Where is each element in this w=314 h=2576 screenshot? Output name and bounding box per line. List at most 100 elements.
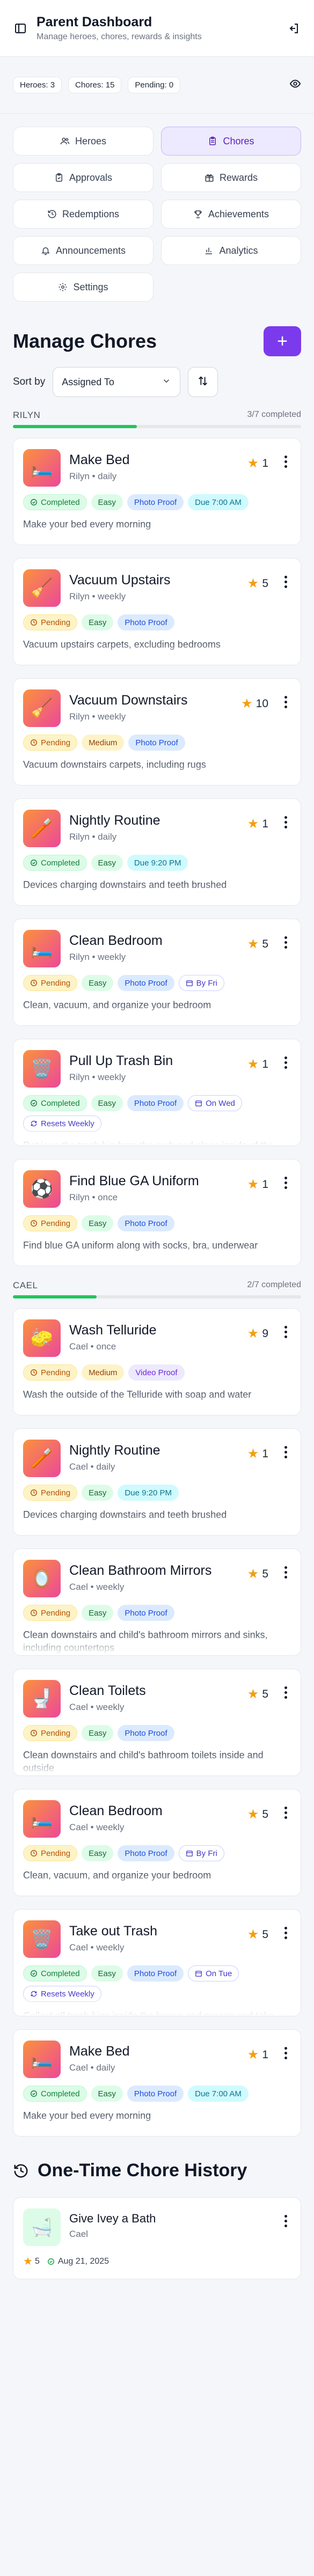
chore-card[interactable]: 🪥 Nightly Routine Cael • daily ★ 1 Pending Eas… (13, 1428, 301, 1536)
history-title: Give Ivey a Bath (69, 2212, 156, 2225)
tab-approvals[interactable]: Approvals (13, 163, 154, 192)
badge-label: Photo Proof (135, 738, 178, 747)
status-badge: Photo Proof (118, 975, 174, 991)
chore-card[interactable]: 🚽 Clean Toilets Cael • weekly ★ 5 Pending Easy… (13, 1669, 301, 1776)
badge-label: Easy (89, 1219, 107, 1228)
status-badge: Pending (23, 614, 78, 630)
status-badge: Easy (82, 975, 114, 991)
card-fade (13, 1514, 301, 1535)
more-options-icon[interactable] (280, 1565, 291, 1580)
badge-label: By Fri (196, 1848, 217, 1858)
more-options-icon[interactable] (280, 1926, 291, 1940)
sort-select[interactable]: Assigned To (53, 367, 181, 397)
badge-label: Photo Proof (134, 2089, 177, 2098)
more-options-icon[interactable] (280, 1685, 291, 1700)
card-fade (13, 1004, 301, 1025)
status-badge: Photo Proof (127, 1965, 184, 1981)
more-options-icon[interactable] (280, 2046, 291, 2060)
chore-card[interactable]: 🛏️ Clean Bedroom Cael • weekly ★ 5 Pending Eas… (13, 1789, 301, 1896)
more-options-icon[interactable] (280, 2214, 291, 2228)
chore-card[interactable]: 🧽 Wash Telluride Cael • once ★ 9 Pending Mediu… (13, 1308, 301, 1415)
sidebar-toggle-icon[interactable] (12, 20, 29, 37)
tab-achievements[interactable]: Achievements (161, 200, 301, 229)
chore-card[interactable]: 🧹 Vacuum Downstairs Rilyn • weekly ★ 10 Pendi… (13, 678, 301, 786)
tab-heroes[interactable]: Heroes (13, 127, 154, 156)
chore-title: Vacuum Upstairs (69, 573, 171, 588)
sort-direction-button[interactable] (188, 367, 218, 397)
chore-points: ★ 1 (247, 2047, 268, 2063)
chore-card[interactable]: ⚽ Find Blue GA Uniform Rilyn • once ★ 1 Pendi… (13, 1159, 301, 1266)
chore-badges: Pending Easy Due 9:20 PM (23, 1485, 291, 1505)
group-header: CAEL 2/7 completed (0, 1280, 314, 1291)
header-title-block: Parent Dashboard Manage heroes, chores, … (36, 14, 285, 42)
group-progress-bar (13, 425, 301, 428)
chore-meta: Rilyn • weekly (69, 1072, 126, 1082)
history-footer: ★ 5 Aug 21, 2025 (23, 2255, 291, 2279)
chore-card-header: 🧽 Wash Telluride Cael • once ★ 9 (23, 1319, 291, 1357)
more-options-icon[interactable] (280, 1055, 291, 1070)
tab-chores[interactable]: Chores (161, 127, 301, 156)
chore-card[interactable]: 🪞 Clean Bathroom Mirrors Cael • weekly ★ 5 Pe… (13, 1548, 301, 1656)
chore-card[interactable]: 🗑️ Take out Trash Cael • weekly ★ 5 Completed… (13, 1909, 301, 2016)
star-icon: ★ (241, 696, 253, 711)
heroes-count-badge: Heroes: 3 (13, 77, 62, 93)
chore-points: ★ 1 (247, 456, 268, 471)
history-card[interactable]: 🛁 Give Ivey a Bath Cael ★ 5 Aug 21, 2025 (13, 2197, 301, 2279)
clipboard-icon (208, 136, 217, 146)
chore-card[interactable]: 🛏️ Make Bed Cael • daily ★ 1 Completed Easy Pho… (13, 2029, 301, 2137)
chore-meta: Rilyn • weekly (69, 711, 126, 722)
chore-icon: ⚽ (23, 1170, 61, 1208)
group-progress-text: 3/7 completed (247, 410, 301, 419)
page-title: Manage Chores (13, 330, 157, 352)
chore-card[interactable]: 🛏️ Make Bed Rilyn • daily ★ 1 Completed Easy Ph… (13, 438, 301, 545)
chore-card[interactable]: 🛏️ Clean Bedroom Rilyn • weekly ★ 5 Pending Ea… (13, 919, 301, 1026)
gift-icon (205, 173, 214, 182)
logout-icon[interactable] (285, 20, 302, 37)
chore-card-header: ⚽ Find Blue GA Uniform Rilyn • once ★ 1 (23, 1170, 291, 1208)
tab-announcements[interactable]: Announcements (13, 236, 154, 265)
chore-card-header: 🛏️ Clean Bedroom Rilyn • weekly ★ 5 (23, 930, 291, 967)
status-badge: Pending (23, 735, 78, 751)
chore-groups: RILYN 3/7 completed 🛏️ Make Bed Rilyn • dail… (0, 410, 314, 2137)
chore-title: Make Bed (69, 2044, 130, 2059)
card-fade (13, 764, 301, 785)
badge-label: Easy (98, 2089, 116, 2098)
status-badge: Photo Proof (118, 1215, 174, 1231)
history-title: One-Time Chore History (38, 2160, 247, 2181)
badge-label: Photo Proof (134, 1098, 177, 1108)
chore-card[interactable]: 🧹 Vacuum Upstairs Rilyn • weekly ★ 5 Pending E… (13, 558, 301, 665)
chore-points: ★ 5 (247, 936, 268, 952)
eye-icon[interactable] (289, 78, 301, 92)
history-date: Aug 21, 2025 (57, 2256, 109, 2266)
chore-info: Take out Trash Cael • weekly (69, 1920, 247, 1953)
more-options-icon[interactable] (280, 1176, 291, 1190)
more-options-icon[interactable] (280, 1325, 291, 1339)
more-options-icon[interactable] (280, 815, 291, 830)
status-badge: Medium (82, 735, 125, 751)
chore-badges: Pending Easy Photo Proof (23, 1605, 291, 1625)
badge-label: Pending (41, 1728, 71, 1738)
tab-analytics[interactable]: Analytics (161, 236, 301, 265)
badge-label: Photo Proof (134, 1969, 177, 1978)
card-fade (13, 884, 301, 905)
badge-label: Photo Proof (125, 1728, 167, 1738)
chore-card[interactable]: 🗑️ Pull Up Trash Bin Rilyn • weekly ★ 1 Compl… (13, 1039, 301, 1146)
add-chore-button[interactable]: + (264, 326, 301, 356)
star-icon: ★ (247, 937, 259, 951)
chore-card[interactable]: 🪥 Nightly Routine Rilyn • daily ★ 1 Completed… (13, 798, 301, 906)
badge-label: Easy (89, 618, 107, 627)
more-options-icon[interactable] (280, 695, 291, 709)
tab-redemptions[interactable]: Redemptions (13, 200, 154, 229)
star-icon: ★ (247, 1447, 259, 1461)
chore-meta: Cael • weekly (69, 1822, 125, 1832)
more-options-icon[interactable] (280, 575, 291, 589)
chore-icon: 🧹 (23, 569, 61, 607)
tab-settings[interactable]: Settings (13, 273, 154, 302)
app-header: Parent Dashboard Manage heroes, chores, … (0, 0, 314, 57)
more-options-icon[interactable] (280, 935, 291, 950)
more-options-icon[interactable] (280, 1445, 291, 1459)
more-options-icon[interactable] (280, 454, 291, 469)
more-options-icon[interactable] (280, 1806, 291, 1820)
page-header-title: Parent Dashboard (36, 14, 152, 30)
tab-rewards[interactable]: Rewards (161, 163, 301, 192)
